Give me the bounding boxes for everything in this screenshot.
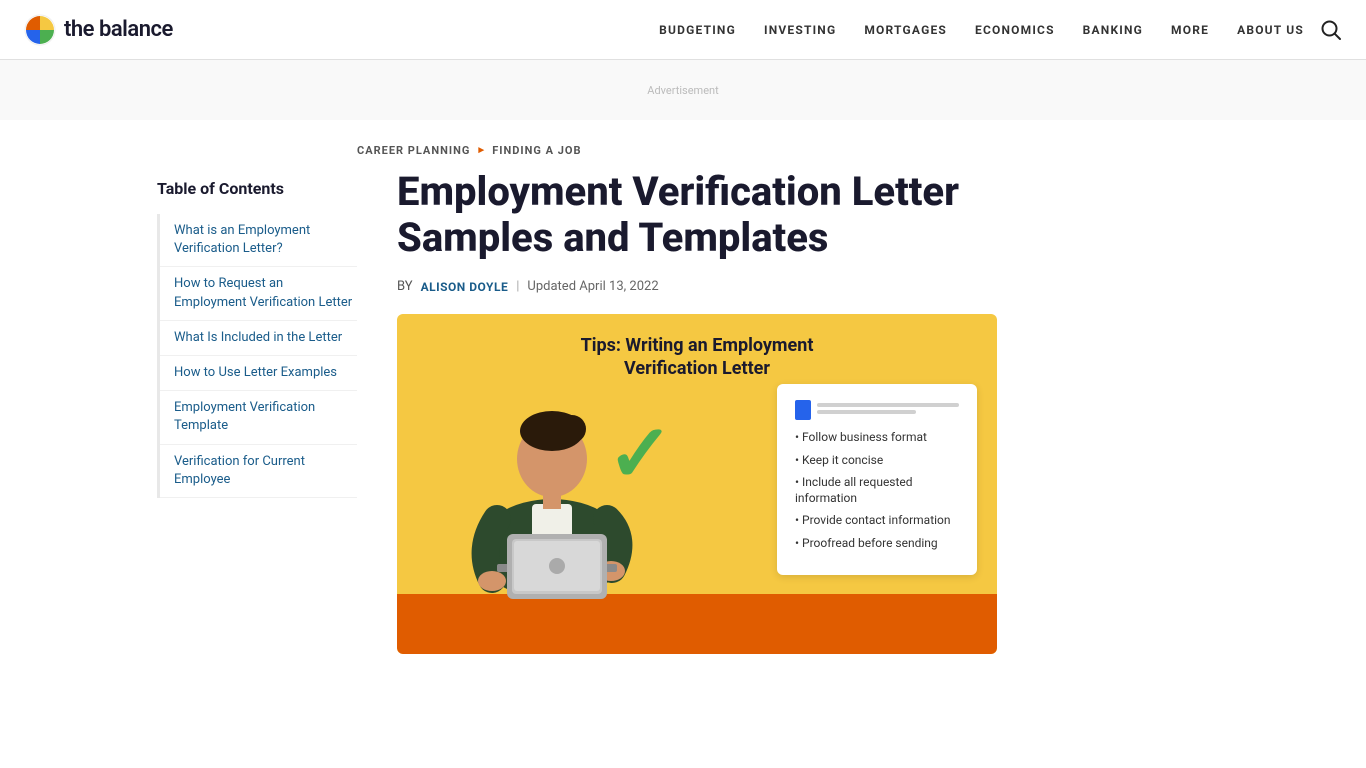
checklist-card: Follow business format Keep it concise I… bbox=[777, 384, 977, 575]
site-header: the balance BUDGETING INVESTING MORTGAGE… bbox=[0, 0, 1366, 60]
search-button[interactable] bbox=[1320, 19, 1342, 41]
toc-link-template[interactable]: Employment Verification Template bbox=[174, 399, 357, 435]
nav-more[interactable]: MORE bbox=[1171, 23, 1209, 37]
doc-lines bbox=[817, 403, 959, 417]
logo-text: the balance bbox=[64, 17, 173, 42]
toc-item-how-to-use: How to Use Letter Examples bbox=[160, 356, 357, 391]
doc-line-2 bbox=[817, 410, 916, 414]
article-main: Employment Verification Letter Samples a… bbox=[397, 169, 1209, 654]
byline-separator: | bbox=[516, 279, 519, 294]
checklist-item-1: Follow business format bbox=[795, 430, 959, 446]
green-checkmark: ✓ bbox=[607, 414, 674, 494]
nav-budgeting[interactable]: BUDGETING bbox=[659, 23, 736, 37]
nav-about-us[interactable]: ABOUT US bbox=[1237, 23, 1304, 37]
checklist-item-5: Proofread before sending bbox=[795, 536, 959, 552]
toc-sidebar: Table of Contents What is an Employment … bbox=[157, 169, 357, 654]
toc-title: Table of Contents bbox=[157, 179, 357, 198]
doc-line-1 bbox=[817, 403, 959, 407]
toc-item-current-employee: Verification for Current Employee bbox=[160, 445, 357, 498]
byline-prefix: BY bbox=[397, 279, 413, 294]
toc-item-what-is: What is an Employment Verification Lette… bbox=[160, 214, 357, 267]
logo-icon bbox=[24, 14, 56, 46]
toc-link-how-to-request[interactable]: How to Request an Employment Verificatio… bbox=[174, 275, 357, 311]
document-icon bbox=[795, 400, 811, 420]
toc-link-current-employee[interactable]: Verification for Current Employee bbox=[174, 453, 357, 489]
breadcrumb-career-planning[interactable]: CAREER PLANNING bbox=[357, 144, 470, 157]
byline-author[interactable]: ALISON DOYLE bbox=[421, 280, 509, 294]
checklist-item-3: Include all requested information bbox=[795, 475, 959, 506]
toc-item-template: Employment Verification Template bbox=[160, 391, 357, 444]
nav-mortgages[interactable]: MORTGAGES bbox=[864, 23, 947, 37]
ad-banner: Advertisement bbox=[647, 84, 718, 97]
breadcrumb-arrow: ► bbox=[476, 145, 486, 156]
main-wrapper: CAREER PLANNING ► FINDING A JOB Table of… bbox=[133, 120, 1233, 654]
article-title: Employment Verification Letter Samples a… bbox=[397, 169, 997, 261]
main-nav: BUDGETING INVESTING MORTGAGES ECONOMICS … bbox=[659, 23, 1304, 37]
table-surface bbox=[397, 594, 997, 654]
toc-item-what-included: What Is Included in the Letter bbox=[160, 321, 357, 356]
checklist-item-4: Provide contact information bbox=[795, 513, 959, 529]
byline: BY ALISON DOYLE | Updated April 13, 2022 bbox=[397, 279, 1209, 294]
search-icon bbox=[1320, 19, 1342, 41]
nav-banking[interactable]: BANKING bbox=[1083, 23, 1143, 37]
toc-item-how-to-request: How to Request an Employment Verificatio… bbox=[160, 267, 357, 320]
content-area: Table of Contents What is an Employment … bbox=[157, 169, 1209, 654]
site-logo[interactable]: the balance bbox=[24, 14, 224, 46]
hero-image: Tips: Writing an Employment Verification… bbox=[397, 314, 997, 654]
nav-economics[interactable]: ECONOMICS bbox=[975, 23, 1055, 37]
checklist-card-header bbox=[795, 400, 959, 420]
checklist-item-2: Keep it concise bbox=[795, 453, 959, 469]
toc-list: What is an Employment Verification Lette… bbox=[157, 214, 357, 498]
nav-investing[interactable]: INVESTING bbox=[764, 23, 836, 37]
toc-link-what-included[interactable]: What Is Included in the Letter bbox=[174, 329, 357, 347]
toc-link-how-to-use[interactable]: How to Use Letter Examples bbox=[174, 364, 357, 382]
breadcrumb-finding-a-job[interactable]: FINDING A JOB bbox=[492, 144, 581, 157]
toc-link-what-is[interactable]: What is an Employment Verification Lette… bbox=[174, 222, 357, 258]
breadcrumb: CAREER PLANNING ► FINDING A JOB bbox=[357, 120, 1209, 169]
byline-date: Updated April 13, 2022 bbox=[527, 279, 658, 294]
